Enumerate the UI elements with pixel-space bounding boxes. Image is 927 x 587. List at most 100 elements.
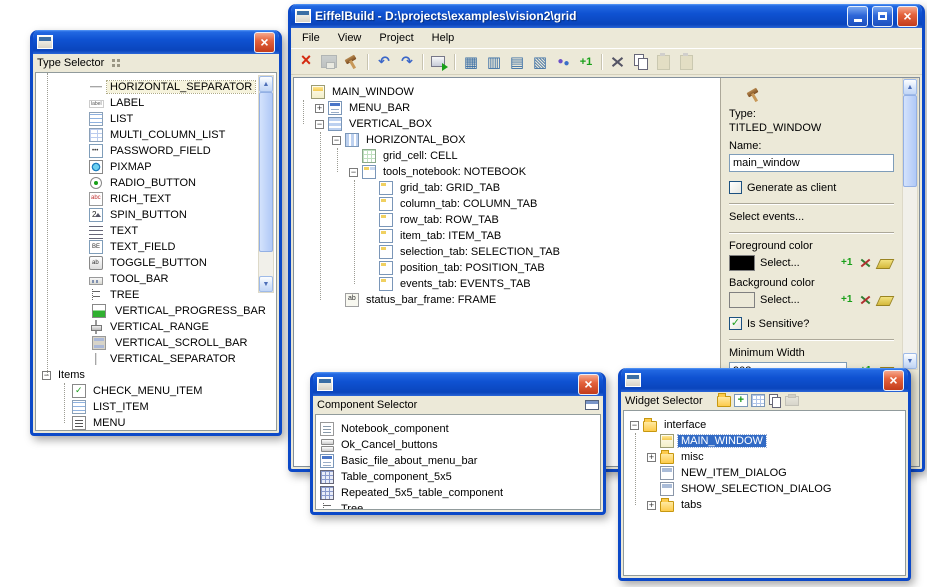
tree-item[interactable]: + misc bbox=[624, 449, 905, 465]
undo-button[interactable] bbox=[373, 51, 395, 73]
scroll-down-button[interactable]: ▼ bbox=[259, 276, 273, 292]
cut-icon[interactable] bbox=[858, 293, 875, 308]
tree-item[interactable]: MAIN_WINDOW bbox=[624, 433, 905, 449]
tree-item[interactable]: VERTICAL_SEPARATOR bbox=[36, 351, 276, 367]
window-grid-button[interactable] bbox=[460, 51, 482, 73]
tree-item[interactable]: VERTICAL_SCROLL_BAR bbox=[36, 335, 276, 351]
tree-item[interactable]: PIXMAP bbox=[36, 159, 276, 175]
add-widget-icon[interactable] bbox=[734, 394, 748, 407]
redo-button[interactable] bbox=[396, 51, 418, 73]
tree-item[interactable]: selection_tab: SELECTION_TAB bbox=[294, 244, 720, 260]
tree-item[interactable]: − Items bbox=[36, 367, 276, 383]
tree-item[interactable]: grid_cell: CELL bbox=[294, 148, 720, 164]
list-item[interactable]: Basic_file_about_menu_bar bbox=[316, 453, 600, 469]
window-rows-button[interactable] bbox=[506, 51, 528, 73]
foreground-select-button[interactable]: Select... bbox=[760, 257, 800, 269]
tree-item[interactable]: + tabs bbox=[624, 497, 905, 513]
tree-item[interactable]: TEXT_FIELD bbox=[36, 239, 276, 255]
tree-item[interactable]: + MENU_BAR bbox=[294, 100, 720, 116]
generate-client-checkbox[interactable] bbox=[729, 181, 742, 194]
list-item[interactable]: Ok_Cancel_buttons bbox=[316, 437, 600, 453]
menu-item[interactable]: File bbox=[293, 30, 329, 46]
list-item[interactable]: Notebook_component bbox=[316, 421, 600, 437]
tree-item[interactable]: LIST bbox=[36, 111, 276, 127]
tree-item[interactable]: position_tab: POSITION_TAB bbox=[294, 260, 720, 276]
expander-icon[interactable]: + bbox=[315, 104, 324, 113]
tree-item[interactable]: VERTICAL_PROGRESS_BAR bbox=[36, 303, 276, 319]
title-bar[interactable]: EiffelBuild - D:\projects\examples\visio… bbox=[291, 4, 922, 28]
tree-item[interactable]: PASSWORD_FIELD bbox=[36, 143, 276, 159]
tree-item[interactable]: RADIO_BUTTON bbox=[36, 175, 276, 191]
tree-item[interactable]: CHECK_MENU_ITEM bbox=[36, 383, 276, 399]
vertical-scrollbar[interactable]: ▲ ▼ bbox=[902, 78, 918, 370]
close-button[interactable]: × bbox=[897, 6, 918, 27]
menu-item[interactable]: Help bbox=[423, 30, 464, 46]
scroll-up-button[interactable]: ▲ bbox=[903, 79, 917, 95]
tree-item[interactable]: VERTICAL_RANGE bbox=[36, 319, 276, 335]
build-button[interactable] bbox=[341, 51, 363, 73]
tree-item[interactable]: events_tab: EVENTS_TAB bbox=[294, 276, 720, 292]
restore-icon[interactable] bbox=[585, 400, 599, 410]
tree-item[interactable]: − VERTICAL_BOX bbox=[294, 116, 720, 132]
window-columns-button[interactable] bbox=[483, 51, 505, 73]
expander-icon[interactable]: + bbox=[647, 453, 656, 462]
tree-item[interactable]: NEW_ITEM_DIALOG bbox=[624, 465, 905, 481]
tree-item[interactable]: grid_tab: GRID_TAB bbox=[294, 180, 720, 196]
is-sensitive-checkbox[interactable]: ✓ bbox=[729, 317, 742, 330]
tree-item[interactable]: SHOW_SELECTION_DIALOG bbox=[624, 481, 905, 497]
tree-item[interactable]: − tools_notebook: NOTEBOOK bbox=[294, 164, 720, 180]
expander-icon[interactable]: − bbox=[315, 120, 324, 129]
list-item[interactable]: Repeated_5x5_table_component bbox=[316, 485, 600, 501]
expander-icon[interactable]: + bbox=[647, 501, 656, 510]
scroll-thumb[interactable] bbox=[259, 92, 273, 252]
tree-item[interactable]: RICH_TEXT bbox=[36, 191, 276, 207]
tree-item[interactable]: HORIZONTAL_SEPARATOR bbox=[36, 79, 276, 95]
cut-button[interactable] bbox=[607, 51, 629, 73]
expander-icon[interactable]: − bbox=[349, 168, 358, 177]
tree-item[interactable]: row_tab: ROW_TAB bbox=[294, 212, 720, 228]
tree-item[interactable]: SPIN_BUTTON bbox=[36, 207, 276, 223]
menu-item[interactable]: View bbox=[329, 30, 371, 46]
add-one-icon[interactable] bbox=[839, 256, 856, 271]
users-button[interactable] bbox=[552, 51, 574, 73]
scroll-track[interactable] bbox=[903, 95, 917, 353]
expander-icon[interactable]: − bbox=[42, 371, 51, 380]
expander-icon[interactable]: − bbox=[630, 421, 639, 430]
copy-icon[interactable] bbox=[768, 394, 782, 407]
trash-icon[interactable] bbox=[785, 396, 799, 406]
list-item[interactable]: Tree bbox=[316, 501, 600, 510]
title-bar[interactable]: × bbox=[621, 368, 908, 392]
paste-special-button[interactable] bbox=[676, 51, 698, 73]
title-bar[interactable]: × bbox=[313, 372, 603, 396]
tree-item[interactable]: TREE bbox=[36, 287, 276, 303]
tree-item[interactable]: status_bar_frame: FRAME bbox=[294, 292, 720, 308]
tree-item[interactable]: − interface bbox=[624, 417, 905, 433]
eraser-icon[interactable] bbox=[877, 293, 894, 308]
foreground-color-swatch[interactable] bbox=[729, 255, 755, 271]
background-select-button[interactable]: Select... bbox=[760, 294, 800, 306]
tree-item[interactable]: TOOL_BAR bbox=[36, 271, 276, 287]
name-input[interactable] bbox=[729, 154, 894, 172]
window-view-button[interactable] bbox=[529, 51, 551, 73]
eraser-icon[interactable] bbox=[877, 256, 894, 271]
maximize-button[interactable] bbox=[872, 6, 893, 27]
add-one-icon[interactable] bbox=[839, 293, 856, 308]
tree-item[interactable]: MENU bbox=[36, 415, 276, 431]
tree-item[interactable]: MAIN_WINDOW bbox=[294, 84, 720, 100]
tree-item[interactable]: − HORIZONTAL_BOX bbox=[294, 132, 720, 148]
minimize-button[interactable] bbox=[847, 6, 868, 27]
cut-icon[interactable] bbox=[858, 256, 875, 271]
scroll-track[interactable] bbox=[259, 92, 273, 276]
menu-item[interactable]: Project bbox=[370, 30, 422, 46]
tree-item[interactable]: LABEL bbox=[36, 95, 276, 111]
list-item[interactable]: Table_component_5x5 bbox=[316, 469, 600, 485]
launch-button[interactable] bbox=[428, 51, 450, 73]
add-one-button[interactable] bbox=[575, 51, 597, 73]
close-button[interactable]: × bbox=[254, 32, 275, 53]
background-color-swatch[interactable] bbox=[729, 292, 755, 308]
delete-button[interactable] bbox=[295, 51, 317, 73]
vertical-scrollbar[interactable]: ▲ ▼ bbox=[258, 75, 274, 293]
tree-item[interactable]: column_tab: COLUMN_TAB bbox=[294, 196, 720, 212]
expander-icon[interactable]: − bbox=[332, 136, 341, 145]
tree-item[interactable]: LIST_ITEM bbox=[36, 399, 276, 415]
